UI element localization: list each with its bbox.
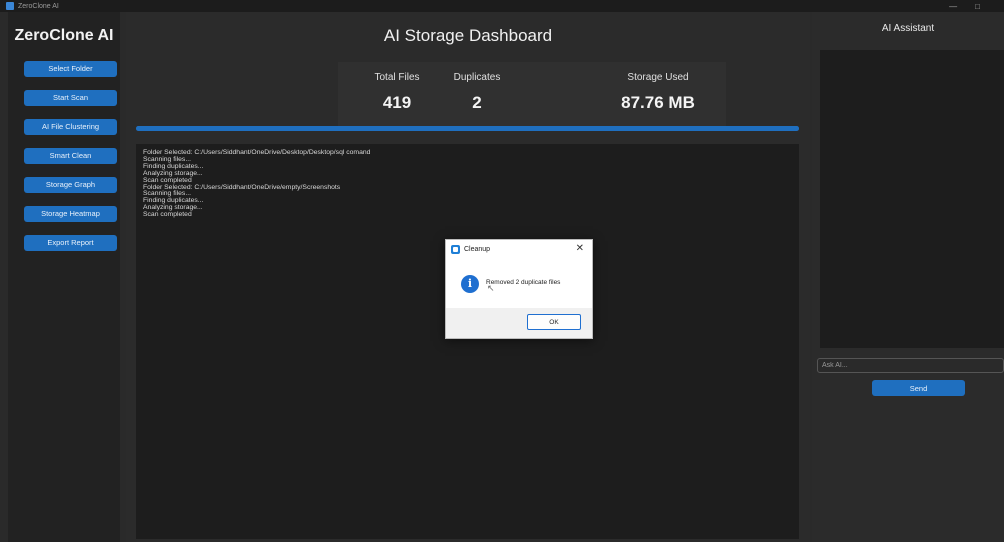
log-line: Scanning files... xyxy=(143,155,191,163)
storage-heatmap-button[interactable]: Storage Heatmap xyxy=(24,206,117,222)
dialog-message: Removed 2 duplicate files xyxy=(486,279,561,286)
smart-clean-button[interactable]: Smart Clean xyxy=(24,148,117,164)
log-line: Analyzing storage... xyxy=(143,204,203,212)
maximize-icon[interactable]: □ xyxy=(975,2,980,11)
log-line: Folder Selected: C:/Users/Siddhant/OneDr… xyxy=(143,149,371,156)
export-report-button[interactable]: Export Report xyxy=(24,235,117,251)
sidebar: ZeroClone AI Select Folder Start Scan AI… xyxy=(8,12,120,542)
chat-history xyxy=(820,50,1004,348)
progress-fill xyxy=(136,126,799,131)
dialog-title: Cleanup xyxy=(464,246,491,253)
minimize-icon[interactable]: — xyxy=(949,2,957,11)
log-line: Scanning files... xyxy=(143,190,191,198)
scan-progress-bar xyxy=(136,126,799,131)
window-controls: — □ xyxy=(949,0,1004,12)
log-line: Finding duplicates... xyxy=(143,197,204,205)
info-icon: i xyxy=(461,275,479,293)
app-window-icon xyxy=(451,245,460,254)
stat-value: 2 xyxy=(472,93,482,112)
ai-assistant-panel: AI Assistant Send xyxy=(812,12,1004,542)
send-button[interactable]: Send xyxy=(872,380,965,396)
mouse-cursor-icon: ↖ xyxy=(487,283,495,293)
stat-value: 87.76 MB xyxy=(621,93,695,112)
stat-storage-used: Storage Used 87.76 MB xyxy=(608,72,708,113)
cleanup-dialog: Cleanup ✕ i Removed 2 duplicate files ↖ … xyxy=(445,239,593,339)
log-line: Finding duplicates... xyxy=(143,162,204,170)
stats-panel: Total Files 419 Duplicates 2 Storage Use… xyxy=(338,62,726,126)
dialog-titlebar: Cleanup ✕ xyxy=(446,240,592,259)
log-line: Scan completed xyxy=(143,211,192,219)
ask-ai-input[interactable] xyxy=(817,358,1004,373)
stat-label: Storage Used xyxy=(627,72,689,83)
stat-duplicates: Duplicates 2 xyxy=(442,72,512,113)
start-scan-button[interactable]: Start Scan xyxy=(24,90,117,106)
close-icon[interactable]: ✕ xyxy=(576,243,584,254)
ai-file-clustering-button[interactable]: AI File Clustering xyxy=(24,119,117,135)
ok-button[interactable]: OK xyxy=(527,314,581,330)
assistant-title: AI Assistant xyxy=(881,23,935,34)
app-brand: ZeroClone AI xyxy=(14,27,114,44)
dialog-body: i Removed 2 duplicate files ↖ xyxy=(446,259,592,308)
stat-value: 419 xyxy=(382,93,412,112)
storage-graph-button[interactable]: Storage Graph xyxy=(24,177,117,193)
log-line: Folder Selected: C:/Users/Siddhant/OneDr… xyxy=(143,183,341,191)
page-title: AI Storage Dashboard xyxy=(383,26,553,45)
log-line: Analyzing storage... xyxy=(143,169,203,177)
select-folder-button[interactable]: Select Folder xyxy=(24,61,117,77)
window-titlebar: ZeroClone AI — □ xyxy=(0,0,1004,12)
scan-log: Folder Selected: C:/Users/Siddhant/OneDr… xyxy=(136,144,799,539)
stat-label: Total Files xyxy=(374,72,420,83)
window-title: ZeroClone AI xyxy=(18,2,59,10)
dialog-footer: OK xyxy=(446,308,592,338)
stat-label: Duplicates xyxy=(453,72,501,83)
stat-total-files: Total Files 419 xyxy=(362,72,432,113)
app-icon xyxy=(6,2,14,10)
